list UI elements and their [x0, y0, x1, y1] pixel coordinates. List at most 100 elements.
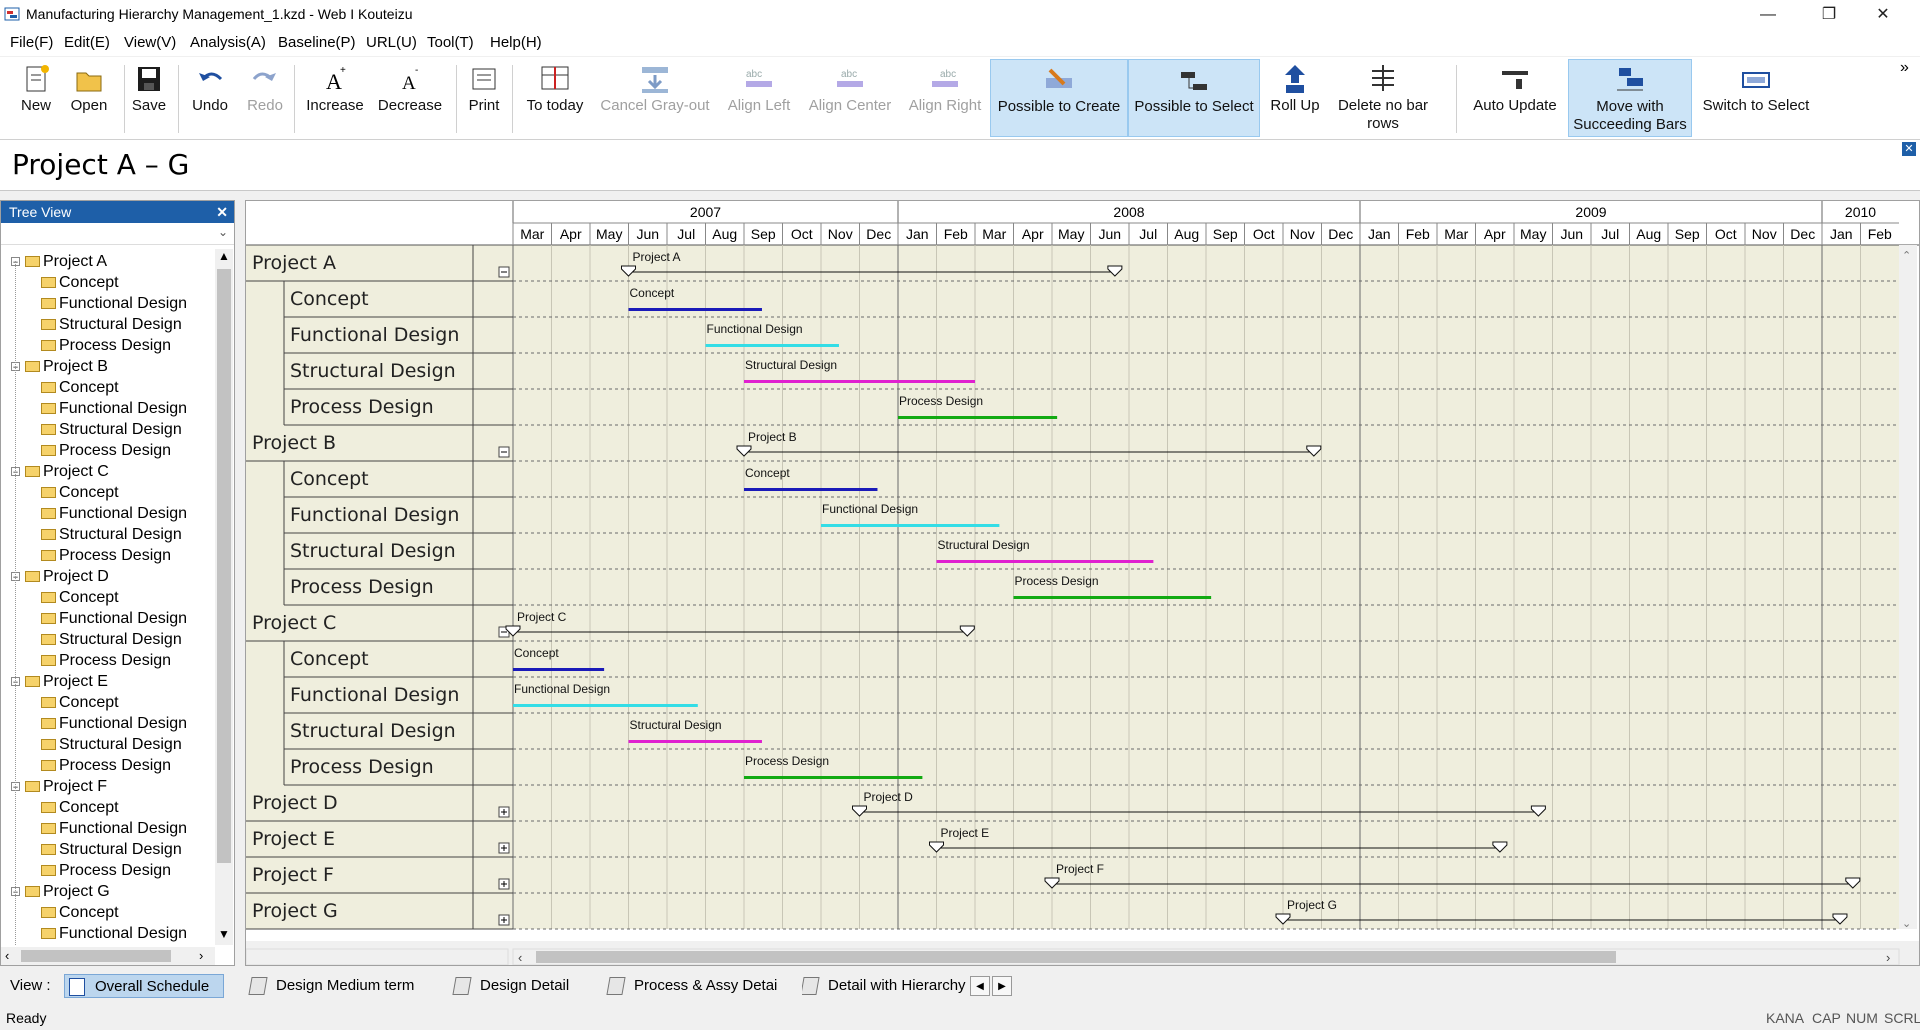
tree-item-phase[interactable]: Concept — [41, 902, 119, 923]
switch-to-select-button[interactable]: Switch to Select — [1698, 59, 1814, 137]
close-button[interactable]: ✕ — [1860, 0, 1906, 30]
scroll-left-icon[interactable]: ‹ — [518, 950, 522, 965]
scroll-up-icon[interactable]: ▲ — [218, 249, 230, 263]
tree-filter-dropdown[interactable]: ⌄ — [1, 224, 234, 245]
heading-close-icon[interactable]: ✕ — [1902, 142, 1916, 156]
tree-item-phase[interactable]: Functional Design — [41, 398, 187, 419]
scroll-left-icon[interactable]: ‹ — [5, 948, 9, 963]
save-button[interactable]: Save — [128, 59, 170, 137]
tree-item-project[interactable]: − Project B — [11, 356, 108, 377]
tree-item-phase[interactable]: Structural Design — [41, 524, 182, 545]
menu-edit[interactable]: Edit(E) — [64, 34, 110, 51]
menu-tool[interactable]: Tool(T) — [427, 34, 474, 51]
decrease-button[interactable]: A- Decrease — [374, 59, 446, 137]
task-bar[interactable] — [513, 704, 698, 707]
tree-item-phase[interactable]: Concept — [41, 692, 119, 713]
tree-item-phase[interactable]: Structural Design — [41, 839, 182, 860]
tree-item-project[interactable]: − Project A — [11, 251, 107, 272]
tree-item-project[interactable]: − Project F — [11, 776, 107, 797]
align-right-button[interactable]: abc Align Right — [902, 59, 988, 137]
chart-vertical-scrollbar[interactable] — [1899, 245, 1917, 929]
to-today-button[interactable]: To today — [518, 59, 592, 137]
task-bar[interactable] — [936, 560, 1154, 563]
tree-item-phase[interactable]: Structural Design — [41, 419, 182, 440]
menu-analysis[interactable]: Analysis(A) — [190, 34, 266, 51]
task-bar[interactable] — [744, 776, 923, 779]
task-bar[interactable] — [628, 740, 762, 743]
align-left-button[interactable]: abc Align Left — [718, 59, 800, 137]
tree-item-phase[interactable]: Functional Design — [41, 923, 187, 944]
move-with-succeeding-bars-button[interactable]: Move with Succeeding Bars — [1568, 59, 1692, 137]
undo-button[interactable]: Undo — [184, 59, 236, 137]
tab-scroll-left-icon[interactable]: ◀ — [970, 976, 990, 996]
scroll-down-icon[interactable]: ▼ — [218, 927, 230, 941]
tree-close-icon[interactable]: ✕ — [216, 201, 228, 223]
task-bar[interactable] — [1013, 596, 1212, 599]
redo-button[interactable]: Redo — [240, 59, 290, 137]
tree-item-phase[interactable]: Process Design — [41, 860, 171, 881]
tab-design-medium-term[interactable]: Design Medium term — [248, 974, 414, 998]
task-bar[interactable] — [821, 524, 1000, 527]
tab-design-detail[interactable]: Design Detail — [452, 974, 569, 998]
chart-hscroll-thumb[interactable] — [536, 951, 1616, 963]
minimize-button[interactable]: — — [1745, 0, 1791, 30]
tree-item-phase[interactable]: Process Design — [41, 440, 171, 461]
task-bar[interactable] — [744, 488, 878, 491]
tree-item-phase[interactable]: Process Design — [41, 335, 171, 356]
tree-hscroll-thumb[interactable] — [21, 950, 171, 962]
menu-help[interactable]: Help(H) — [490, 34, 542, 51]
tree-item-phase[interactable]: Process Design — [41, 755, 171, 776]
menu-baseline[interactable]: Baseline(P) — [278, 34, 356, 51]
tab-scroll-right-icon[interactable]: ▶ — [992, 976, 1012, 996]
new-button[interactable]: New — [10, 59, 62, 137]
tree-item-project[interactable]: − Project E — [11, 671, 108, 692]
tree-item-phase[interactable]: Functional Design — [41, 713, 187, 734]
tree-item-phase[interactable]: Functional Design — [41, 818, 187, 839]
tab-overall-schedule[interactable]: Overall Schedule — [64, 974, 224, 998]
scroll-right-icon[interactable]: › — [199, 948, 203, 963]
restore-button[interactable]: ❐ — [1806, 0, 1852, 30]
toolbar-overflow-icon[interactable]: » — [1900, 59, 1909, 77]
tree-item-phase[interactable]: Structural Design — [41, 314, 182, 335]
increase-button[interactable]: A + Increase — [298, 59, 372, 137]
possible-to-create-button[interactable]: Possible to Create — [990, 59, 1128, 137]
auto-update-button[interactable]: Auto Update — [1460, 59, 1570, 137]
menu-view[interactable]: View(V) — [124, 34, 176, 51]
task-bar[interactable] — [898, 416, 1058, 419]
scroll-right-icon[interactable]: › — [1886, 950, 1890, 965]
tree-item-phase[interactable]: Structural Design — [41, 734, 182, 755]
cancel-grayout-button[interactable]: Cancel Gray-out — [598, 59, 712, 137]
tree-item-project[interactable]: − Project G — [11, 881, 110, 902]
delete-no-bar-rows-button[interactable]: Delete no bar rows — [1330, 59, 1436, 137]
tree-item-phase[interactable]: Structural Design — [41, 629, 182, 650]
open-button[interactable]: Open — [64, 59, 114, 137]
tree-item-phase[interactable]: Functional Design — [41, 608, 187, 629]
task-bar[interactable] — [744, 380, 975, 383]
names-horizontal-scrollbar[interactable] — [246, 948, 509, 965]
tree-horizontal-scrollbar[interactable]: ‹ › — [1, 947, 215, 965]
tab-process-assy-detail[interactable]: Process & Assy Detai — [606, 974, 777, 998]
task-bar[interactable] — [705, 344, 839, 347]
tree-item-phase[interactable]: Concept — [41, 587, 119, 608]
tree-vertical-scrollbar[interactable]: ▲ ▼ — [215, 249, 233, 945]
roll-up-button[interactable]: Roll Up — [1264, 59, 1326, 137]
tree-item-phase[interactable]: Concept — [41, 482, 119, 503]
gantt-svg[interactable]: 2007 2008 2009 2010 Mar Apr May Jun Jul Aug Sep Oct… — [246, 201, 1919, 965]
tree-item-phase[interactable]: Concept — [41, 377, 119, 398]
tree-item-project[interactable]: − Project D — [11, 566, 109, 587]
tree-item-phase[interactable]: Process Design — [41, 650, 171, 671]
tree-item-phase[interactable]: Concept — [41, 272, 119, 293]
menu-file[interactable]: File(F) — [10, 34, 53, 51]
tree-item-phase[interactable]: Concept — [41, 797, 119, 818]
task-bar[interactable] — [628, 308, 762, 311]
tree-item-phase[interactable]: Functional Design — [41, 503, 187, 524]
tab-detail-with-hierarchy[interactable]: Detail with Hierarchy — [802, 974, 970, 998]
possible-to-select-button[interactable]: Possible to Select — [1128, 59, 1260, 137]
scroll-up-icon[interactable]: ⌃ — [1902, 250, 1911, 262]
print-button[interactable]: Print — [462, 59, 506, 137]
menu-url[interactable]: URL(U) — [366, 34, 417, 51]
tree-item-phase[interactable]: Process Design — [41, 545, 171, 566]
task-bar[interactable] — [513, 668, 605, 671]
align-center-button[interactable]: abc Align Center — [804, 59, 896, 137]
tree-item-phase[interactable]: Functional Design — [41, 293, 187, 314]
